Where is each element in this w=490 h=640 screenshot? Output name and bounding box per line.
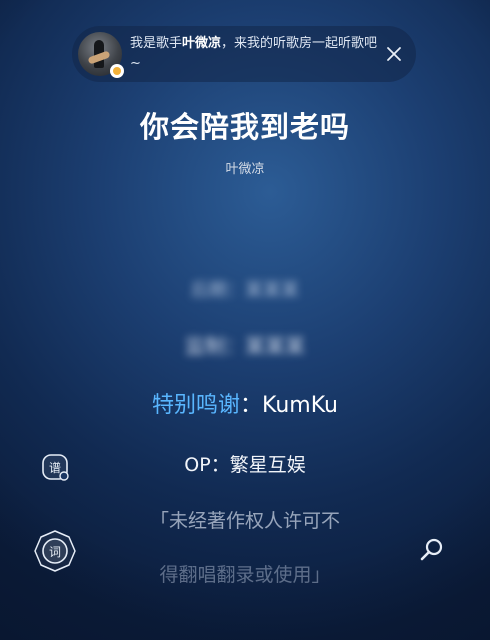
banner-text-prefix: 我是歌手 (130, 36, 183, 51)
banner-message: 我是歌手叶微凉，来我的听歌房一起听歌吧~ (130, 34, 382, 74)
score-button[interactable]: 谱 (40, 452, 70, 482)
score-glyph: 谱 (48, 460, 61, 475)
lyric-line-blurred-2: 监制：某某某 (185, 334, 305, 358)
lyric-line-op: OP：繁星互娱 (184, 454, 306, 476)
close-icon[interactable] (384, 44, 404, 64)
avatar-badge-icon (110, 64, 124, 78)
lyric-line-blurred-1: 后期：某某某 (191, 280, 299, 301)
banner-singer-name: 叶微凉 (182, 36, 222, 51)
lyric-glyph: 词 (48, 544, 61, 559)
badge-dot (113, 67, 121, 75)
search-button[interactable] (418, 536, 446, 564)
singer-invite-banner[interactable]: 我是歌手叶微凉，来我的听歌房一起听歌吧~ (72, 26, 416, 82)
search-icon (420, 538, 443, 561)
lyric-line-active: 特别鸣谢：KumKu (0, 387, 490, 419)
lyric-active-highlight: 特别鸣谢 (152, 393, 241, 418)
lyric-active-rest: ：KumKu (240, 393, 338, 418)
song-title: 你会陪我到老吗 (139, 110, 350, 144)
lyric-button[interactable]: 词 (32, 528, 78, 574)
singer-name[interactable]: 叶微凉 (0, 158, 490, 177)
